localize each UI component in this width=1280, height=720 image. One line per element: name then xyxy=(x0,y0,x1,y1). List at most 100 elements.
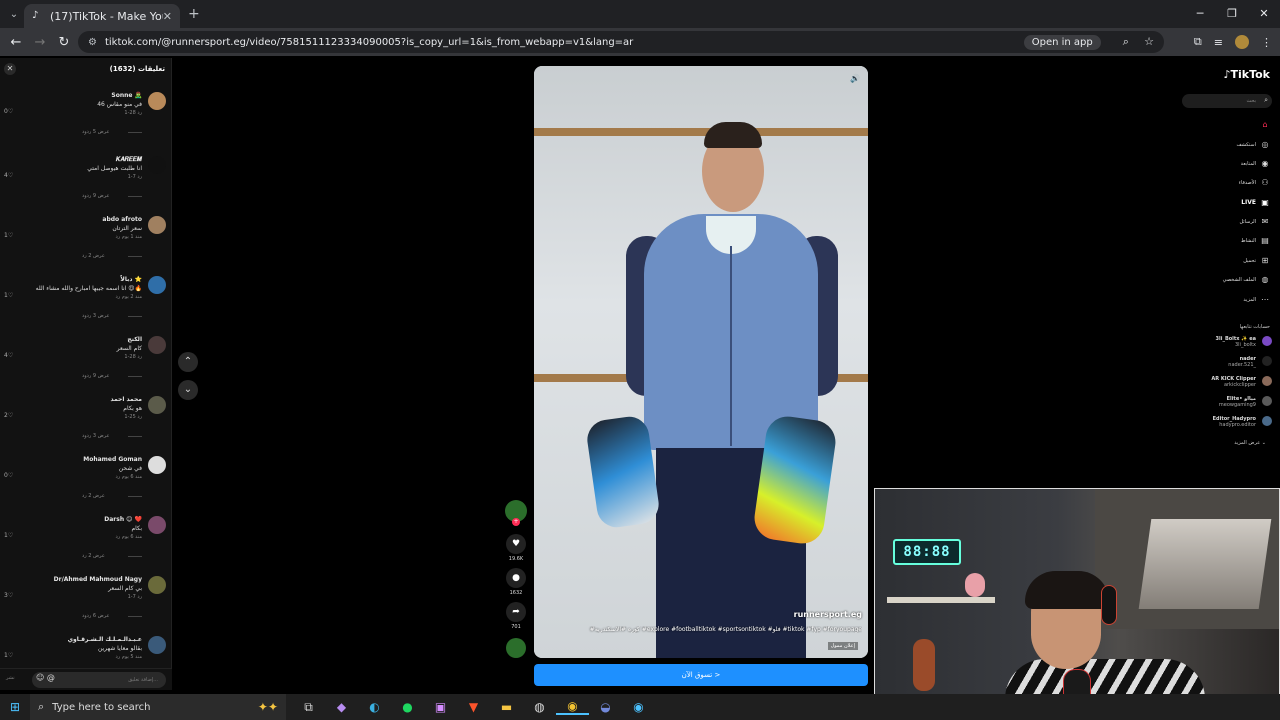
view-replies-link[interactable]: عرض 3 ردود xyxy=(82,433,109,439)
comment-like[interactable]: 3♡ xyxy=(4,592,13,599)
comment-author[interactable]: الكنج xyxy=(127,336,142,343)
comment-like[interactable]: 4♡ xyxy=(4,172,13,179)
avatar[interactable] xyxy=(148,92,166,110)
zoom-icon[interactable]: ⌕ xyxy=(1123,35,1129,48)
comment-meta[interactable]: منذ 5 يوم رد xyxy=(116,654,142,660)
comment-meta[interactable]: 1-28 رد xyxy=(124,354,142,360)
search-input[interactable]: بحث ⌕ xyxy=(1182,94,1272,108)
taskbar-search[interactable]: ⌕ Type here to search ✦✦ xyxy=(30,694,286,720)
followed-account[interactable]: Elite• ميااو meowgaming9 xyxy=(1219,396,1272,408)
emoji-icon[interactable]: ☺ xyxy=(36,673,44,682)
comment-like[interactable]: 2♡ xyxy=(4,412,13,419)
menu-icon[interactable]: ⋮ xyxy=(1261,36,1272,49)
chrome-icon[interactable]: ◉ xyxy=(556,699,589,715)
comment-like[interactable]: 1♡ xyxy=(4,232,13,239)
obs-icon[interactable]: ◍ xyxy=(523,700,556,714)
share-button[interactable]: ➦ xyxy=(506,602,526,622)
comment-button[interactable]: ● xyxy=(506,568,526,588)
comment-like[interactable]: 0♡ xyxy=(4,108,13,115)
comment-author[interactable]: 𝑲𝑨𝑹𝑬𝑬𝑴 xyxy=(116,156,142,164)
address-bar[interactable]: ⚙ tiktok.com/@runnersport.eg/video/75815… xyxy=(78,31,1164,53)
comment-like[interactable]: 0♡ xyxy=(4,472,13,479)
like-button[interactable]: ♥ xyxy=(506,534,526,554)
search-icon[interactable]: ⌕ xyxy=(1264,96,1268,105)
see-more-link[interactable]: عرض المزيد ⌄ xyxy=(1234,440,1266,446)
premiere-icon[interactable]: ▣ xyxy=(424,700,457,714)
comment-meta[interactable]: منذ 6 يوم رد xyxy=(116,474,142,480)
browser-tab[interactable]: ♪ (17)TikTok - Make Your Day ✕ xyxy=(24,4,180,28)
brave-icon[interactable]: ▼ xyxy=(457,700,490,714)
nav-for-you[interactable]: ⌂ xyxy=(1256,120,1270,129)
music-disc-icon[interactable] xyxy=(506,638,526,658)
follow-plus-icon[interactable]: + xyxy=(512,518,520,526)
nav-friends[interactable]: الأصدقاء ⚇ xyxy=(1239,178,1270,187)
nav-more[interactable]: المزيد ⋯ xyxy=(1243,295,1270,304)
view-replies-link[interactable]: عرض 6 ردود xyxy=(82,613,109,619)
view-replies-link[interactable]: عرض 9 ردود xyxy=(82,193,109,199)
new-tab-icon[interactable]: + xyxy=(188,6,200,22)
comment-like[interactable]: 1♡ xyxy=(4,532,13,539)
spotify-icon[interactable]: ● xyxy=(391,700,424,714)
avatar[interactable] xyxy=(148,336,166,354)
view-replies-link[interactable]: عرض 3 ردود xyxy=(82,313,109,319)
nav-activity[interactable]: النشاط ▤ xyxy=(1241,236,1270,245)
comment-like[interactable]: 4♡ xyxy=(4,352,13,359)
profile-avatar[interactable] xyxy=(1235,35,1249,49)
nav-following[interactable]: المتابعة ◉ xyxy=(1241,159,1270,168)
avatar[interactable] xyxy=(148,156,166,174)
view-replies-link[interactable]: عرض 2 رد xyxy=(82,553,105,559)
avatar[interactable] xyxy=(148,396,166,414)
avatar[interactable] xyxy=(148,456,166,474)
followed-account[interactable]: AR KICK Clipper arkickclipper xyxy=(1211,376,1272,388)
site-info-icon[interactable]: ⚙ xyxy=(88,37,97,48)
comment-author[interactable]: محمد احمد xyxy=(111,396,143,403)
comment-author[interactable]: دبالاً ⭐ xyxy=(120,276,142,283)
bookmark-star-icon[interactable]: ☆ xyxy=(1144,35,1154,48)
comment-meta[interactable]: 1-28 رد xyxy=(124,110,142,116)
comment-meta[interactable]: منذ 1 يوم رد xyxy=(116,234,142,240)
close-comments-icon[interactable]: ✕ xyxy=(4,63,16,75)
avatar[interactable] xyxy=(148,576,166,594)
open-in-app-button[interactable]: Open in app xyxy=(1023,34,1101,50)
avatar[interactable] xyxy=(148,636,166,654)
nav-profile[interactable]: الملف الشخصي ◍ xyxy=(1223,275,1270,284)
post-comment-button[interactable]: نشر xyxy=(6,675,15,681)
copilot-icon[interactable]: ◆ xyxy=(325,700,358,714)
comment-like[interactable]: 1♡ xyxy=(4,292,13,299)
followed-account[interactable]: Editor_Hadypro hadypro.editor xyxy=(1213,416,1272,428)
video-author-handle[interactable]: runnersport.eg xyxy=(794,610,862,619)
discord-icon[interactable]: ◒ xyxy=(589,700,622,714)
file-explorer-icon[interactable]: ▬ xyxy=(490,700,523,714)
video-hashtags[interactable]: #كوره #الاسكندريه #explore #footballtikt… xyxy=(542,626,862,633)
close-window-icon[interactable]: ✕ xyxy=(1248,0,1280,28)
avatar[interactable] xyxy=(148,216,166,234)
next-video-button[interactable]: ⌄ xyxy=(178,380,198,400)
comment-author[interactable]: Mohamed Goman xyxy=(83,456,142,463)
extensions-icon[interactable]: ⧉ xyxy=(1194,35,1202,49)
task-view-icon[interactable]: ⧉ xyxy=(292,700,325,715)
previous-video-button[interactable]: ⌃ xyxy=(178,352,198,372)
view-replies-link[interactable]: عرض 5 ردود xyxy=(82,129,109,135)
nav-upload[interactable]: تحميل ⊞ xyxy=(1243,256,1270,265)
shop-now-button[interactable]: تسوق الآن > xyxy=(534,664,868,686)
avatar[interactable] xyxy=(148,516,166,534)
comment-author[interactable]: abdo afroto xyxy=(102,216,142,223)
comment-meta[interactable]: منذ 2 يوم رد xyxy=(116,294,142,300)
view-replies-link[interactable]: عرض 2 رد xyxy=(82,253,105,259)
tab-close-icon[interactable]: ✕ xyxy=(163,10,172,23)
comment-like[interactable]: 1♡ xyxy=(4,652,13,659)
comment-author[interactable]: Sonne 🧟‍♂️ xyxy=(111,92,142,99)
view-replies-link[interactable]: عرض 9 ردود xyxy=(82,373,109,379)
nav-live[interactable]: LIVE ▣ xyxy=(1241,198,1270,207)
mention-icon[interactable]: @ xyxy=(47,673,55,682)
avatar[interactable] xyxy=(148,276,166,294)
app-icon[interactable]: ◉ xyxy=(622,700,655,714)
nav-messages[interactable]: الرسائل ✉ xyxy=(1239,217,1270,226)
followed-account[interactable]: nader nader.521_ xyxy=(1228,356,1272,368)
comment-meta[interactable]: 1-25 رد xyxy=(124,414,142,420)
edge-icon[interactable]: ◐ xyxy=(358,700,391,714)
comment-meta[interactable]: 1-7 رد xyxy=(128,594,142,600)
comment-meta[interactable]: 1-7 رد xyxy=(128,174,142,180)
minimize-icon[interactable]: ─ xyxy=(1184,0,1216,28)
volume-icon[interactable]: 🔊 xyxy=(850,74,860,83)
